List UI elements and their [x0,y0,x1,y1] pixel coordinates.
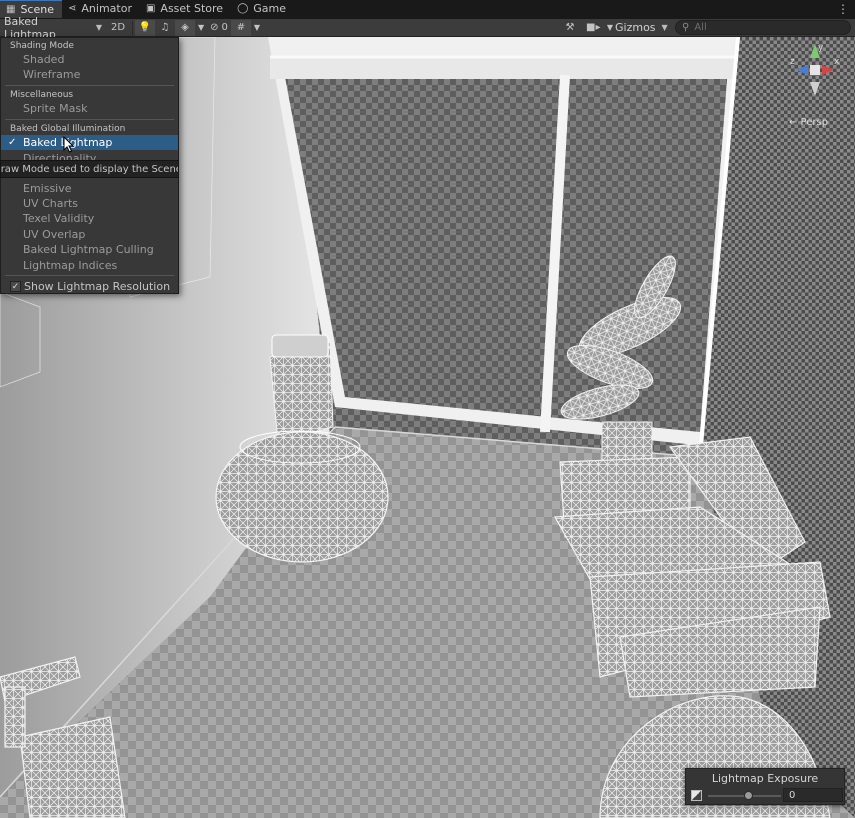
menu-item-uv-overlap[interactable]: UV Overlap [1,227,178,242]
window-tab-bar: ▦ Scene ⋖ Animator ▣ Asset Store ◯ Game … [0,0,855,19]
chevron-down-icon: ▼ [661,23,668,32]
menu-item-emissive[interactable]: Emissive [1,181,178,196]
tab-animator-label: Animator [81,2,132,15]
tab-game[interactable]: ◯ Game [231,0,294,18]
gizmo-z-axis-icon [796,65,808,75]
menu-item-directionality[interactable]: Directionality [1,151,178,160]
menu-item-uv-charts[interactable]: UV Charts [1,196,178,211]
draw-mode-tooltip: Draw Mode used to display the Scene. [0,160,179,178]
chevron-down-icon: ▼ [95,23,102,32]
audio-toggle-icon[interactable]: ♫ [155,20,175,36]
gizmo-z-label: z [790,57,795,67]
menu-divider [5,275,174,276]
lighting-toggle-icon[interactable]: 💡 [135,19,155,36]
exposure-slider-handle[interactable] [744,791,754,800]
toggle-2d-button[interactable]: 2D [106,20,130,36]
grid-icon: ▦ [6,4,16,15]
gizmo-y-label: y [818,43,824,53]
draw-mode-dropdown[interactable]: Baked Lightmap ▼ [0,15,106,41]
menu-divider [5,119,174,120]
gizmo-neg-y-icon [810,82,820,96]
gizmos-label: Gizmos [615,21,656,34]
orientation-gizmo[interactable]: y x z [788,40,843,100]
tab-asset-store-label: Asset Store [160,2,224,15]
menu-item-texel-validity[interactable]: Texel Validity [1,211,178,226]
search-input[interactable]: ⚲ All [675,20,851,35]
search-placeholder: All [694,22,707,33]
store-icon: ▣ [145,3,156,14]
effects-toggle-icon[interactable]: ◈ [175,19,195,36]
lightmap-exposure-title: Lightmap Exposure [711,772,819,785]
lightmap-exposure-panel: Lightmap Exposure 0 [685,768,845,805]
effects-dropdown-icon[interactable]: ▼ [195,20,207,36]
menu-item-wireframe[interactable]: Wireframe [1,67,178,82]
exposure-value-field[interactable]: 0 [783,788,843,802]
menu-item-sprite-mask[interactable]: Sprite Mask [1,101,178,116]
exposure-icon [691,790,702,801]
hidden-count: 0 [221,22,228,33]
menu-item-shaded[interactable]: Shaded [1,52,178,67]
menu-item-baked-lightmap-culling[interactable]: Baked Lightmap Culling [1,242,178,257]
checkmark-icon: ✓ [8,137,17,148]
menu-item-lightmap-indices[interactable]: Lightmap Indices [1,258,178,273]
toolbar-divider [132,20,133,35]
menu-item-baked-lightmap[interactable]: ✓ Baked Lightmap [1,135,178,150]
search-icon: ⚲ [682,22,690,33]
mouse-cursor-icon [63,136,75,153]
tab-game-label: Game [253,2,287,15]
grid-snap-icon[interactable]: # [230,19,251,36]
gizmos-dropdown[interactable]: Gizmos ▼ [611,20,669,36]
menu-divider [5,85,174,86]
show-lightmap-resolution-label[interactable]: Show Lightmap Resolution [1,279,170,294]
tab-asset-store[interactable]: ▣ Asset Store [140,0,231,18]
scene-toolbar: Baked Lightmap ▼ 2D 💡 ♫ ◈ ▼ ⊘ 0 # ▼ ⚒ ■▸… [0,15,855,41]
hidden-eye-icon: ⊘ [210,22,219,33]
grid-dropdown-icon[interactable]: ▼ [251,20,263,36]
tools-icon[interactable]: ⚒ [560,20,580,36]
gizmo-x-label: x [834,57,840,67]
animator-icon: ⋖ [68,3,77,14]
gizmo-x-axis-icon [822,65,834,75]
projection-toggle[interactable]: ← Persp [789,117,828,128]
gamepad-icon: ◯ [237,3,249,14]
gizmo-center-icon [810,65,820,75]
more-options-icon[interactable]: ⋮ [837,2,849,16]
scene-visibility-toggle[interactable]: ⊘ 0 [207,20,231,36]
